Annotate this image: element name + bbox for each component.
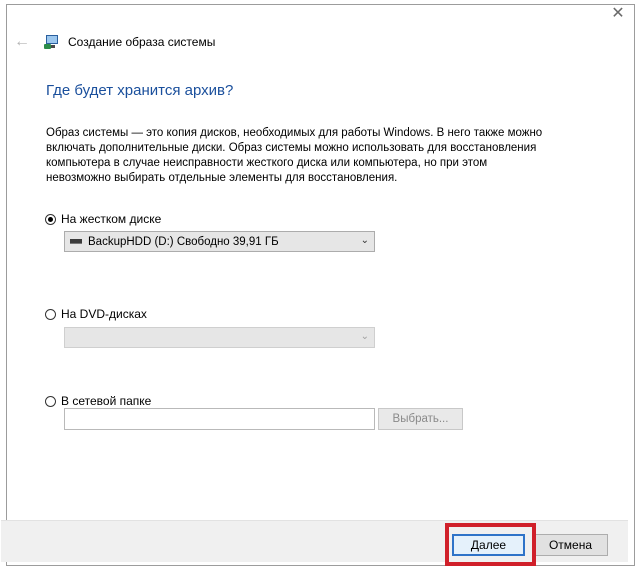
network-path-input[interactable] <box>64 408 375 430</box>
chevron-down-icon: ⌄ <box>360 235 369 246</box>
browse-button[interactable]: Выбрать... <box>378 408 463 430</box>
option-network-label: В сетевой папке <box>61 394 152 408</box>
system-image-icon <box>44 34 60 50</box>
description-line: включать дополнительные диски. Образ сис… <box>46 142 537 154</box>
radio-dvd[interactable] <box>45 308 56 320</box>
hdd-drive-select[interactable]: BackupHDD (D:) Свободно 39,91 ГБ ⌄ <box>64 231 375 252</box>
dvd-drive-select: ⌄ <box>64 327 375 348</box>
hard-drive-icon <box>70 239 82 244</box>
option-hdd[interactable]: На жестком диске <box>45 212 161 226</box>
back-arrow-icon[interactable]: ← <box>14 33 34 51</box>
page-heading: Где будет хранится архив? <box>46 82 234 99</box>
description-line: компьютера в случае неисправности жестко… <box>46 157 488 169</box>
description-text: Образ системы — это копия дисков, необхо… <box>46 126 566 186</box>
chevron-down-icon: ⌄ <box>360 331 369 342</box>
option-hdd-label: На жестком диске <box>61 212 162 226</box>
close-icon[interactable]: ✕ <box>610 6 626 22</box>
description-line: невозможно выбирать отдельные элементы д… <box>46 172 398 184</box>
option-network[interactable]: В сетевой папке <box>45 394 151 408</box>
description-line: Образ системы — это копия дисков, необхо… <box>46 127 543 139</box>
radio-network[interactable] <box>45 395 56 407</box>
cancel-button[interactable]: Отмена <box>533 534 608 556</box>
radio-hdd[interactable] <box>45 213 56 225</box>
option-dvd[interactable]: На DVD-дисках <box>45 307 147 321</box>
highlight-box <box>445 523 536 566</box>
title-bar: ← Создание образа системы <box>14 32 215 52</box>
option-dvd-label: На DVD-дисках <box>61 307 147 321</box>
window-title: Создание образа системы <box>68 35 216 49</box>
hdd-drive-value: BackupHDD (D:) Свободно 39,91 ГБ <box>88 235 279 248</box>
